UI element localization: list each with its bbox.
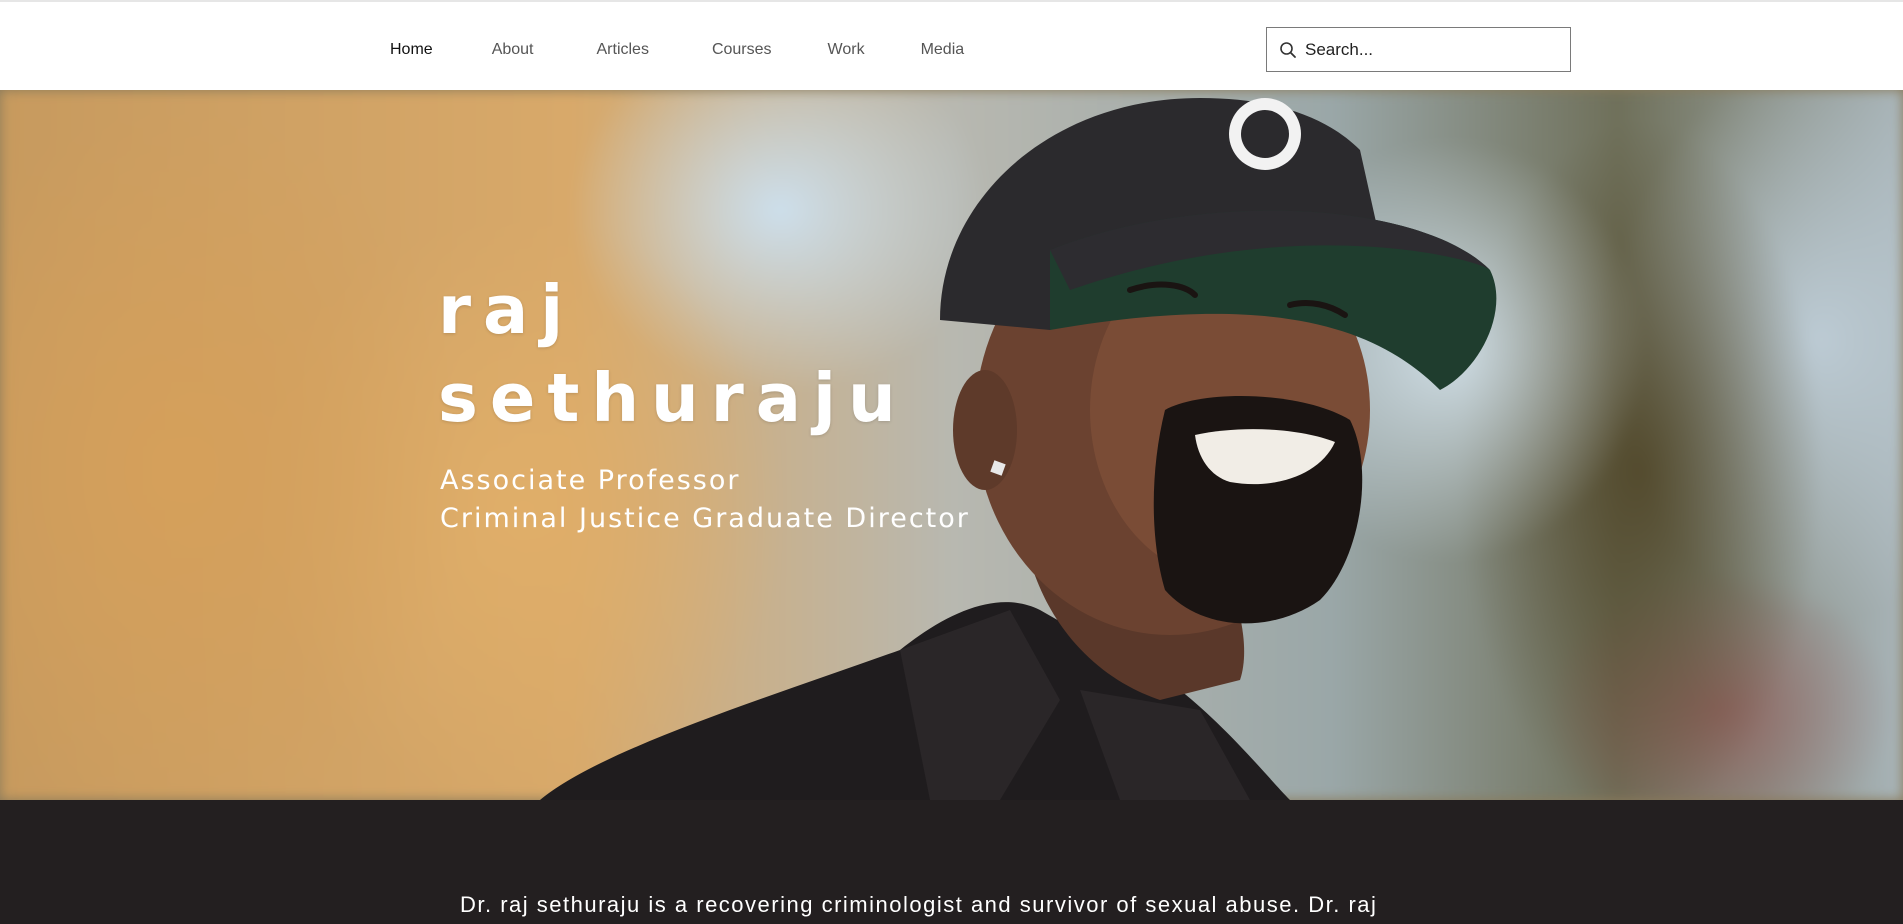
nav-item-articles[interactable]: Articles [597,41,649,59]
nav-item-courses[interactable]: Courses [712,41,772,59]
page: Home About Articles Courses Work Media S… [0,0,1903,924]
hero-subtitle: Associate Professor Criminal Justice Gra… [440,462,970,538]
search-box[interactable] [1266,27,1571,72]
nav-item-about[interactable]: About [492,41,534,59]
nav-item-work[interactable]: Work [828,41,865,59]
site-header: Home About Articles Courses Work Media [0,0,1903,90]
hero-title-line: Associate Professor [440,465,741,496]
bio-section: Dr. raj sethuraju is a recovering crimin… [0,800,1903,924]
search-input[interactable] [1305,31,1560,68]
main-nav: Home About Articles Courses Work Media [372,38,964,62]
nav-item-media[interactable]: Media [921,41,965,59]
bio-text: Dr. raj sethuraju is a recovering crimin… [460,892,1378,917]
hero-portrait-photo [540,98,1497,800]
nav-item-home[interactable]: Home [390,41,433,59]
hero-role-line: Criminal Justice Graduate Director [440,503,970,534]
search-icon[interactable] [1279,41,1297,59]
hero-section: raj sethuraju Associate Professor Crimin… [0,90,1903,800]
hero-name-first: raj [438,271,576,349]
hero-name: raj sethuraju [438,266,908,442]
hero-name-last: sethuraju [438,359,908,437]
